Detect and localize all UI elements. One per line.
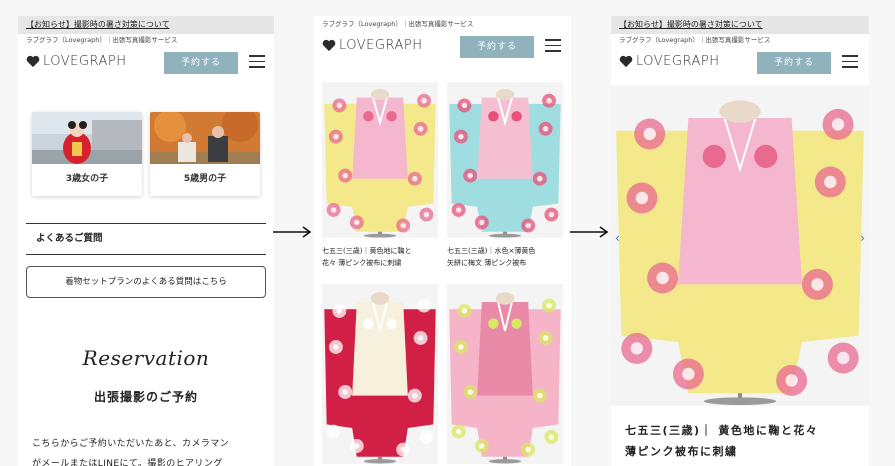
boy-photo — [150, 112, 260, 164]
phone-screen-top: 【お知らせ】撮影時の暑さ対策について ラブグラフ（Lovegraph）｜出張写真… — [18, 16, 274, 466]
body-line: こちらからご予約いただいたあと、カメラマン — [32, 439, 230, 449]
reservation-title: 出張撮影のご予約 — [93, 390, 198, 404]
header: LOVEGRAPH 予約する — [18, 46, 274, 82]
card-girl-3[interactable]: 3歳女の子 — [32, 112, 142, 196]
title-line: 七五三(三歳)｜ 黄色地に鞠と花々 — [625, 424, 819, 437]
caption-line: 花々 薄ピンク被布に刺繍 — [322, 259, 402, 267]
flow-stage: 【お知らせ】撮影時の暑さ対策について ラブグラフ（Lovegraph）｜出張写真… — [0, 0, 895, 466]
site-subline: ラブグラフ（Lovegraph）｜出張写真撮影サービス — [26, 36, 178, 44]
heart-icon — [322, 39, 336, 52]
kimono-photo — [447, 82, 563, 238]
phone-screen-list: ラブグラフ（Lovegraph）｜出張写真撮影サービス LOVEGRAPH 予約… — [314, 16, 571, 466]
kimono-caption: 七五三(三歳)｜黄色地に鞠と 花々 薄ピンク被布に刺繍 — [322, 245, 438, 269]
kimono-hero-photo — [611, 86, 869, 406]
logo[interactable]: LOVEGRAPH — [26, 54, 126, 69]
header: LOVEGRAPH 予約する — [611, 46, 869, 82]
girl-photo — [32, 112, 142, 164]
reserve-button[interactable]: 予約する — [164, 52, 238, 74]
caption-line: 矢絣に梅文 薄ピンク被布 — [447, 259, 527, 267]
logo[interactable]: LOVEGRAPH — [322, 38, 422, 53]
title-line: 薄ピンク被布に刺繍 — [625, 445, 738, 458]
flow-arrow-icon — [570, 226, 609, 238]
carousel-next-icon[interactable]: › — [860, 231, 865, 245]
faq-button[interactable]: 着物セットプランのよくある質問はこちら — [26, 266, 266, 298]
site-subline: ラブグラフ（Lovegraph）｜出張写真撮影サービス — [619, 36, 771, 44]
kimono-photo — [322, 82, 438, 238]
card-label: 5歳男の子 — [183, 174, 227, 184]
notice-link[interactable]: 【お知らせ】撮影時の暑さ対策について — [611, 16, 869, 34]
brand-name: LOVEGRAPH — [339, 38, 423, 53]
kimono-item-1[interactable]: 七五三(三歳)｜黄色地に鞠と 花々 薄ピンク被布に刺繍 — [322, 82, 438, 269]
kimono-caption: 七五三(三歳)｜水色×薄黄色 矢絣に梅文 薄ピンク被布 — [447, 245, 563, 269]
caption-line: 七五三(三歳)｜水色×薄黄色 — [447, 247, 536, 255]
body-line: がメールまたはLINEにて。撮影のヒアリング — [32, 459, 223, 466]
card-label: 3歳女の子 — [65, 174, 109, 184]
reservation-script-title: Reservation — [82, 346, 210, 370]
brand-name: LOVEGRAPH — [636, 54, 720, 69]
carousel-prev-icon[interactable]: ‹ — [615, 231, 620, 245]
logo[interactable]: LOVEGRAPH — [619, 54, 719, 69]
phone-screen-detail: 【お知らせ】撮影時の暑さ対策について ラブグラフ（Lovegraph）｜出張写真… — [611, 16, 869, 466]
caption-line: 七五三(三歳)｜黄色地に鞠と — [322, 247, 412, 255]
reserve-button[interactable]: 予約する — [757, 52, 831, 74]
header: LOVEGRAPH 予約する — [314, 30, 571, 66]
hamburger-menu-icon[interactable] — [842, 55, 858, 69]
kimono-item-3[interactable] — [322, 284, 438, 464]
hamburger-menu-icon[interactable] — [249, 55, 265, 69]
category-cards: 3歳女の子 5歳男の子 — [32, 112, 260, 196]
card-boy-5[interactable]: 5歳男の子 — [150, 112, 260, 196]
kimono-item-2[interactable]: 七五三(三歳)｜水色×薄黄色 矢絣に梅文 薄ピンク被布 — [447, 82, 563, 269]
faq-heading: よくあるご質問 — [26, 223, 266, 255]
notice-link[interactable]: 【お知らせ】撮影時の暑さ対策について — [18, 16, 274, 34]
reserve-button[interactable]: 予約する — [460, 36, 534, 58]
kimono-photo — [322, 284, 438, 464]
kimono-item-4[interactable] — [447, 284, 563, 464]
reservation-body: こちらからご予約いただいたあと、カメラマン がメールまたはLINEにて。撮影のヒ… — [32, 434, 268, 466]
heart-icon — [26, 55, 40, 68]
heart-icon — [619, 55, 633, 68]
kimono-title: 七五三(三歳)｜ 黄色地に鞠と花々 薄ピンク被布に刺繍 — [625, 420, 859, 462]
site-subline: ラブグラフ（Lovegraph）｜出張写真撮影サービス — [322, 20, 474, 28]
kimono-photo — [447, 284, 563, 464]
brand-name: LOVEGRAPH — [43, 54, 127, 69]
hamburger-menu-icon[interactable] — [545, 39, 561, 53]
flow-arrow-icon — [273, 226, 312, 238]
